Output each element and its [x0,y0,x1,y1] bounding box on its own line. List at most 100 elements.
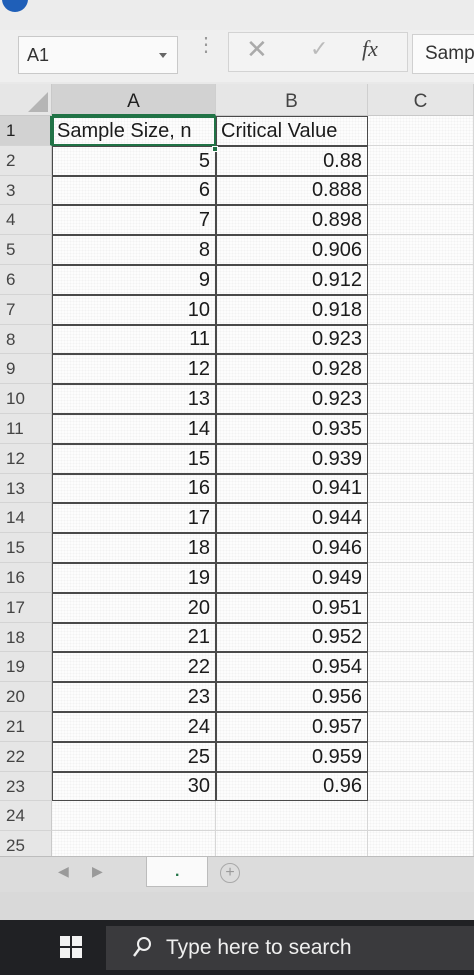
cell-a[interactable]: 21 [52,623,216,652]
spreadsheet-grid[interactable]: A B C 1 Sample Size, n Critical Value 2 5 0.8… [0,84,474,856]
drag-handle-icon[interactable]: ⋮ [196,35,216,70]
add-sheet-icon[interactable]: + [220,863,240,883]
cell-c[interactable] [368,325,474,354]
row-header[interactable]: 22 [0,742,52,772]
cell-c[interactable] [368,801,474,831]
cell-a[interactable]: 13 [52,384,216,414]
cell-a[interactable]: 14 [52,414,216,444]
cell-a[interactable]: 6 [52,176,216,205]
cell-c[interactable] [368,682,474,712]
name-box[interactable]: A1 [18,36,178,74]
cell-a[interactable]: Sample Size, n [52,116,216,146]
cell-a[interactable]: 16 [52,474,216,503]
cell-c[interactable] [368,623,474,652]
cell-c[interactable] [368,533,474,563]
cell-c[interactable] [368,176,474,205]
cell-b[interactable]: 0.96 [216,772,368,801]
cell-a[interactable]: 11 [52,325,216,354]
sheet-prev-icon[interactable]: ◀ [58,863,69,880]
cell-b[interactable]: 0.906 [216,235,368,265]
row-header[interactable]: 15 [0,533,52,563]
row-header[interactable]: 24 [0,801,52,831]
row-header[interactable]: 12 [0,444,52,474]
insert-function-icon[interactable]: fx [362,36,378,62]
cell-b[interactable]: 0.957 [216,712,368,742]
cell-a[interactable]: 5 [52,146,216,176]
cell-b[interactable]: 0.912 [216,265,368,295]
cell-a[interactable]: 22 [52,652,216,682]
cell-b[interactable]: 0.88 [216,146,368,176]
cell-b[interactable]: 0.928 [216,354,368,384]
row-header[interactable]: 5 [0,235,52,265]
cell-a[interactable]: 15 [52,444,216,474]
cell-b[interactable]: 0.923 [216,384,368,414]
row-header[interactable]: 17 [0,593,52,623]
cell-a[interactable]: 30 [52,772,216,801]
row-header[interactable]: 4 [0,205,52,235]
cell-a[interactable]: 9 [52,265,216,295]
row-header[interactable]: 21 [0,712,52,742]
cell-c[interactable] [368,384,474,414]
row-header[interactable]: 23 [0,772,52,801]
cell-a[interactable] [52,831,216,856]
sheet-tab-active[interactable]: . [146,857,208,887]
cell-a[interactable]: 19 [52,563,216,593]
cell-c[interactable] [368,503,474,533]
cell-b[interactable]: 0.939 [216,444,368,474]
cell-a[interactable]: 7 [52,205,216,235]
row-header[interactable]: 7 [0,295,52,325]
column-header-a[interactable]: A [52,84,216,116]
cell-b[interactable]: 0.954 [216,652,368,682]
cell-c[interactable] [368,444,474,474]
cell-a[interactable]: 18 [52,533,216,563]
cell-c[interactable] [368,354,474,384]
row-header[interactable]: 14 [0,503,52,533]
cell-b[interactable]: 0.935 [216,414,368,444]
row-header[interactable]: 16 [0,563,52,593]
cell-c[interactable] [368,265,474,295]
check-icon[interactable]: ✓ [310,36,328,62]
cell-b[interactable]: 0.946 [216,533,368,563]
cell-c[interactable] [368,116,474,146]
cell-c[interactable] [368,563,474,593]
close-icon[interactable]: ✕ [246,34,268,65]
chevron-down-icon[interactable] [159,53,167,58]
cell-b[interactable]: 0.951 [216,593,368,623]
cell-a[interactable]: 12 [52,354,216,384]
cell-b[interactable]: 0.923 [216,325,368,354]
taskbar-search[interactable]: Type here to search [106,926,474,970]
cell-c[interactable] [368,593,474,623]
cell-a[interactable]: 17 [52,503,216,533]
row-header[interactable]: 10 [0,384,52,414]
cell-b[interactable]: 0.918 [216,295,368,325]
row-header[interactable]: 3 [0,176,52,205]
row-header[interactable]: 2 [0,146,52,176]
cell-b[interactable]: 0.888 [216,176,368,205]
cell-b[interactable]: 0.898 [216,205,368,235]
cell-b[interactable]: Critical Value [216,116,368,146]
row-header[interactable]: 8 [0,325,52,354]
cell-c[interactable] [368,235,474,265]
fill-handle[interactable] [212,146,218,152]
cell-b[interactable]: 0.959 [216,742,368,772]
cell-c[interactable] [368,205,474,235]
row-header[interactable]: 18 [0,623,52,652]
cell-b[interactable] [216,831,368,856]
row-header[interactable]: 25 [0,831,52,856]
cell-b[interactable] [216,801,368,831]
cell-c[interactable] [368,831,474,856]
cell-b[interactable]: 0.941 [216,474,368,503]
cell-c[interactable] [368,712,474,742]
cell-c[interactable] [368,414,474,444]
cell-a[interactable]: 20 [52,593,216,623]
column-header-c[interactable]: C [368,84,474,116]
row-header[interactable]: 9 [0,354,52,384]
row-header[interactable]: 11 [0,414,52,444]
row-header[interactable]: 19 [0,652,52,682]
cell-a[interactable]: 25 [52,742,216,772]
sheet-next-icon[interactable]: ▶ [92,863,103,880]
row-header[interactable]: 6 [0,265,52,295]
cell-c[interactable] [368,474,474,503]
cell-a[interactable]: 10 [52,295,216,325]
cell-a[interactable]: 24 [52,712,216,742]
